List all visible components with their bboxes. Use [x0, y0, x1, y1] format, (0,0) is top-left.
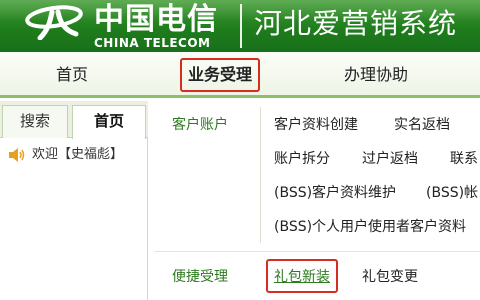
left-panel: 搜索 首页 欢迎【史福彪】: [0, 101, 148, 300]
business-menu: 客户账户 客户资料创建 实名返档 账户拆分 过户返档 联系 (BSS)客户资料维…: [148, 101, 480, 300]
link-bss-customer-maintain[interactable]: (BSS)客户资料维护: [274, 183, 396, 203]
link-contact[interactable]: 联系: [450, 149, 478, 169]
nav-handling-assist[interactable]: 办理协助: [344, 62, 408, 88]
left-tabs: 搜索 首页: [0, 101, 148, 139]
link-gift-new[interactable]: 礼包新装: [274, 269, 330, 285]
logo-text-en: CHINA TELECOM: [94, 36, 211, 50]
nav-business-acceptance[interactable]: 业务受理: [180, 58, 261, 92]
category-quick-accept: 便捷受理: [172, 269, 228, 285]
category-customer-account: 客户账户: [172, 117, 228, 133]
welcome-text: 欢迎【史福彪】: [32, 147, 124, 162]
column-divider: [260, 107, 261, 243]
link-bss-account[interactable]: (BSS)帐: [426, 183, 478, 203]
china-telecom-logo-icon: [25, 5, 83, 40]
link-gift-new-highlight[interactable]: 礼包新装: [266, 259, 338, 293]
logo-text-cn: 中国电信: [94, 2, 218, 37]
nav-home[interactable]: 首页: [56, 62, 88, 88]
speaker-icon: [9, 147, 25, 162]
top-nav: 首页 业务受理 办理协助: [0, 52, 480, 98]
link-gift-change[interactable]: 礼包变更: [362, 267, 418, 287]
banner-divider: [240, 4, 242, 48]
link-account-split[interactable]: 账户拆分: [274, 149, 330, 169]
link-realname-return[interactable]: 实名返档: [394, 115, 450, 135]
system-title: 河北爱营销系统: [254, 7, 458, 40]
header-banner: 中国电信 CHINA TELECOM 河北爱营销系统: [0, 0, 480, 52]
tab-search[interactable]: 搜索: [2, 105, 68, 138]
row-divider: [154, 251, 480, 252]
link-customer-create[interactable]: 客户资料创建: [274, 115, 358, 135]
link-bss-personal-user[interactable]: (BSS)个人用户使用者客户资料: [274, 217, 466, 237]
welcome-row: 欢迎【史福彪】: [8, 145, 123, 165]
link-transfer-return[interactable]: 过户返档: [362, 149, 418, 169]
tab-home[interactable]: 首页: [72, 105, 146, 139]
